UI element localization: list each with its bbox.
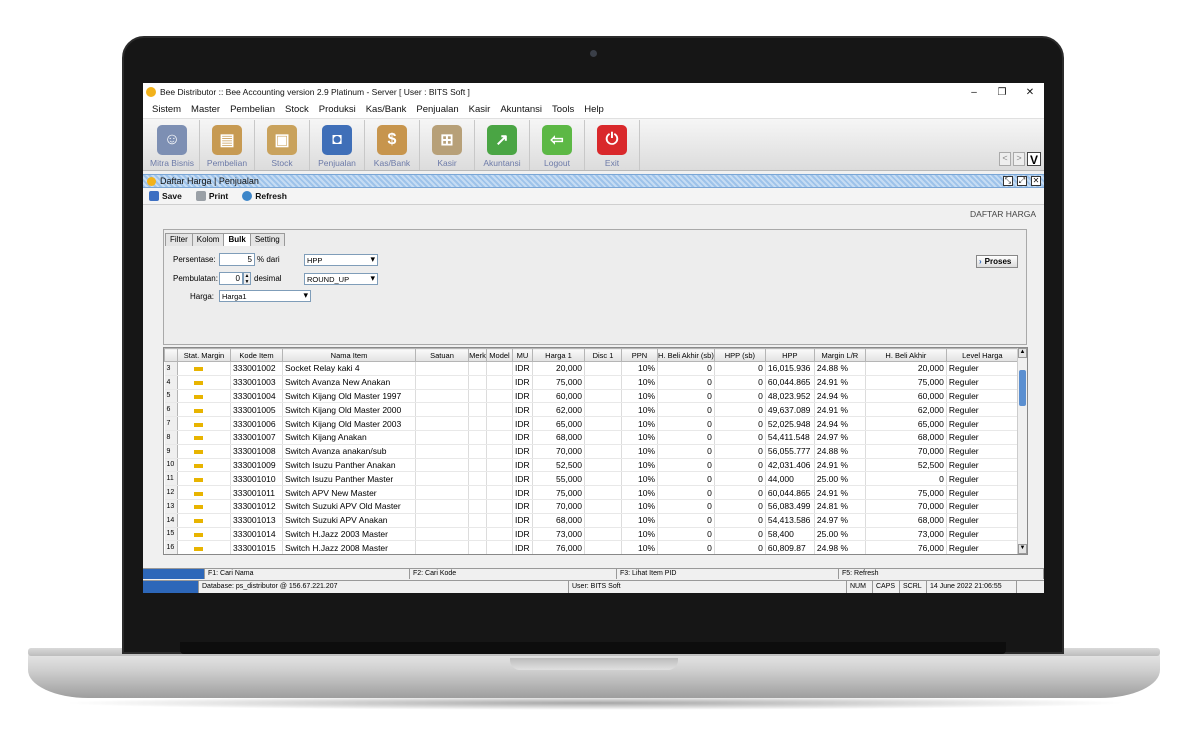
- toolbar-stock-button[interactable]: ▣ Stock: [255, 120, 310, 170]
- toolbar-label: Stock: [271, 158, 293, 168]
- toolbar-penjualan-button[interactable]: ◘ Penjualan: [310, 120, 365, 170]
- app-screen: Bee Distributor :: Bee Accounting versio…: [143, 83, 1044, 593]
- toolbar-pembelian-button[interactable]: ▤ Pembelian: [200, 120, 255, 170]
- menu-pembelian[interactable]: Pembelian: [225, 104, 280, 115]
- toolbar-akuntansi-button[interactable]: ↗ Akuntansi: [475, 120, 530, 170]
- menu-master[interactable]: Master: [186, 104, 225, 115]
- webcam: [590, 50, 597, 57]
- toolbar-exit-button[interactable]: ⏻ Exit: [585, 120, 640, 170]
- menu-sistem[interactable]: Sistem: [147, 104, 186, 115]
- toolbar-mitra-bisnis-button[interactable]: ☺ Mitra Bisnis: [145, 120, 200, 170]
- form-window-buttons: ⤡ ⤢ ✕: [1003, 176, 1044, 186]
- form-restore-button[interactable]: ⤡: [1003, 176, 1013, 186]
- refresh-button[interactable]: Refresh: [242, 191, 287, 201]
- save-label: Save: [162, 191, 182, 201]
- form-maximize-button[interactable]: ⤢: [1017, 176, 1027, 186]
- form-icon: [147, 176, 156, 186]
- toolbar-label: Kas/Bank: [373, 158, 411, 168]
- power-icon: ⏻: [597, 125, 627, 155]
- v-logo-icon: V: [1027, 152, 1041, 167]
- people-icon: ☺: [157, 125, 187, 155]
- form-header: Daftar Harga | Penjualan ⤡ ⤢ ✕: [143, 174, 1044, 188]
- window-titlebar: Bee Distributor :: Bee Accounting versio…: [143, 83, 1044, 101]
- menu-penjualan[interactable]: Penjualan: [411, 104, 463, 115]
- toolbar-label: Penjualan: [318, 158, 356, 168]
- form-close-button[interactable]: ✕: [1031, 176, 1041, 186]
- toolbar-label: Pembelian: [206, 158, 248, 168]
- toolbar-kasir-button[interactable]: ⊞ Kasir: [420, 120, 475, 170]
- documents-icon: ▤: [212, 125, 242, 155]
- shopping-bag-icon: ◘: [322, 125, 352, 155]
- refresh-icon: [242, 191, 253, 201]
- toolbar-kas-bank-button[interactable]: $ Kas/Bank: [365, 120, 420, 170]
- box-icon: ▣: [267, 125, 297, 155]
- menu-tools[interactable]: Tools: [547, 104, 579, 115]
- action-bar: Save Print Refresh: [143, 188, 1044, 205]
- print-label: Print: [208, 191, 229, 201]
- menu-produksi[interactable]: Produksi: [314, 104, 361, 115]
- toolbar-logout-button[interactable]: ⇦ Logout: [530, 120, 585, 170]
- toolbar-label: Exit: [604, 158, 620, 168]
- menu-help[interactable]: Help: [579, 104, 609, 115]
- save-button[interactable]: Save: [149, 191, 182, 201]
- print-icon: [195, 191, 206, 201]
- laptop-shadow: [60, 696, 1130, 710]
- nav-arrows: < > V: [999, 152, 1041, 167]
- logout-icon: ⇦: [542, 125, 572, 155]
- menu-stock[interactable]: Stock: [280, 104, 314, 115]
- menu-kasir[interactable]: Kasir: [464, 104, 496, 115]
- maximize-button[interactable]: ❐: [988, 87, 1016, 98]
- nav-prev-button[interactable]: <: [999, 152, 1011, 166]
- bee-app-icon: [146, 87, 156, 97]
- menu-bar: Sistem Master Pembelian Stock Produksi K…: [143, 101, 1044, 119]
- toolbar-label: Logout: [544, 158, 570, 168]
- menu-kas-bank[interactable]: Kas/Bank: [361, 104, 412, 115]
- laptop-frame: Bee Distributor :: Bee Accounting versio…: [0, 0, 1200, 745]
- main-toolbar: ☺ Mitra Bisnis ▤ Pembelian ▣ Stock ◘ Penjualan $…: [143, 119, 1044, 171]
- close-button[interactable]: ✕: [1016, 87, 1044, 98]
- cart-icon: ⊞: [432, 125, 462, 155]
- menu-akuntansi[interactable]: Akuntansi: [495, 104, 547, 115]
- form-title: Daftar Harga | Penjualan: [160, 176, 259, 186]
- toolbar-label: Kasir: [437, 158, 457, 168]
- minimize-button[interactable]: –: [960, 87, 988, 98]
- window-title: Bee Distributor :: Bee Accounting versio…: [160, 87, 470, 97]
- save-icon: [149, 191, 159, 201]
- toolbar-label: Mitra Bisnis: [150, 158, 194, 168]
- money-bag-icon: $: [377, 125, 407, 155]
- refresh-label: Refresh: [255, 191, 287, 201]
- nav-next-button[interactable]: >: [1013, 152, 1025, 166]
- growth-chart-icon: ↗: [487, 125, 517, 155]
- laptop-notch: [510, 658, 678, 670]
- laptop-hinge: [180, 642, 1006, 654]
- toolbar-label: Akuntansi: [483, 158, 521, 168]
- print-button[interactable]: Print: [195, 191, 229, 201]
